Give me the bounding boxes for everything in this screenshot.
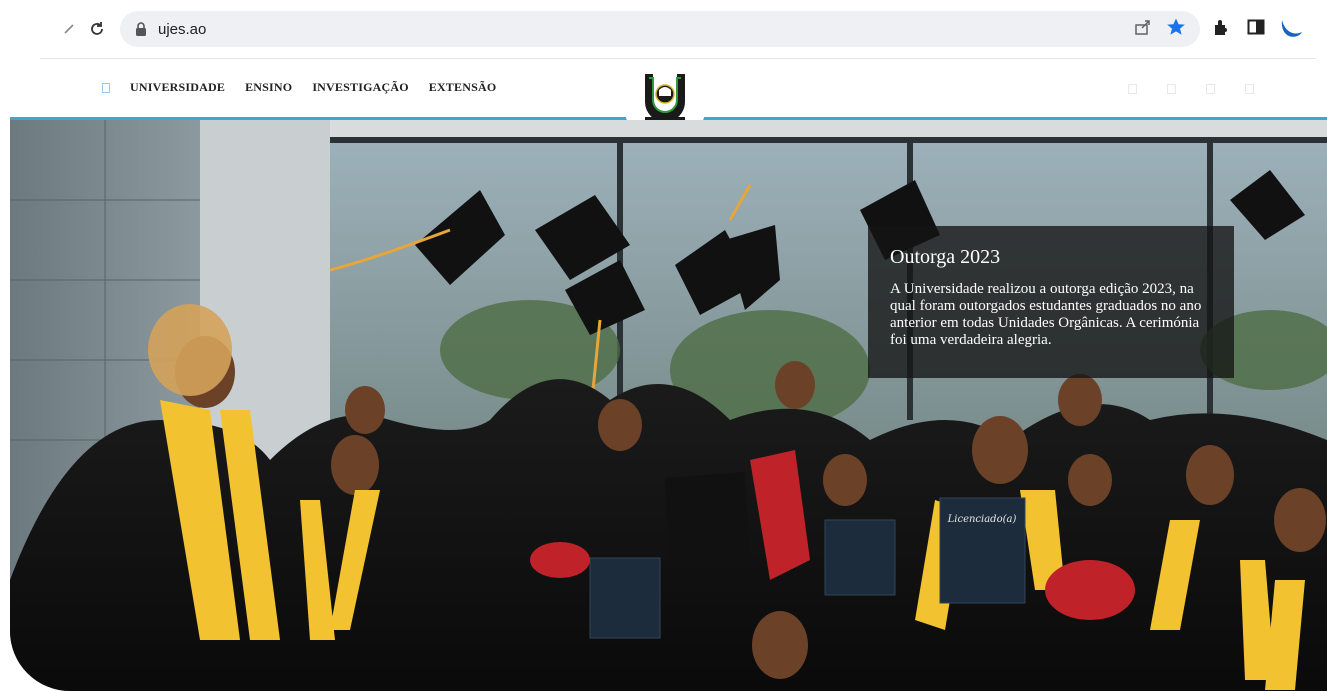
hero-banner: Licenciado(a) Outorga 2023 A Universidad… <box>10 120 1327 691</box>
caption-title: Outorga 2023 <box>890 246 1001 268</box>
svg-text:UJES: UJES <box>659 104 670 110</box>
nav-item-extensao[interactable]: EXTENSÃO <box>429 80 497 95</box>
social-icon-youtube[interactable] <box>1206 84 1215 94</box>
social-links <box>1128 84 1254 94</box>
social-icon-instagram[interactable] <box>1167 84 1176 94</box>
browser-toolbar: ujes.ao <box>0 0 1327 58</box>
ujes-logo-emblem: UJES <box>645 74 685 124</box>
address-bar[interactable]: ujes.ao <box>120 11 1200 47</box>
url-text[interactable]: ujes.ao <box>158 21 206 38</box>
home-icon[interactable] <box>102 82 110 93</box>
back-icon[interactable] <box>58 18 80 40</box>
nav-item-universidade[interactable]: UNIVERSIDADE <box>130 80 225 95</box>
side-panel-icon[interactable] <box>1246 17 1266 37</box>
graduation-photo: Licenciado(a) <box>10 120 1327 691</box>
reload-icon[interactable] <box>86 18 108 40</box>
extensions-icon[interactable] <box>1212 17 1232 37</box>
hero-caption: Outorga 2023 A Universidade realizou a o… <box>868 226 1234 378</box>
nav-item-ensino[interactable]: ENSINO <box>245 80 292 95</box>
main-navigation: UNIVERSIDADE ENSINO INVESTIGAÇÃO EXTENSÃ… <box>102 80 496 95</box>
diploma-label: Licenciado(a) <box>947 514 1017 525</box>
caption-text: A Universidade realizou a outorga edição… <box>890 281 1202 348</box>
nav-item-investigacao[interactable]: INVESTIGAÇÃO <box>312 80 408 95</box>
bookmark-star-icon[interactable] <box>1166 17 1186 37</box>
social-icon-facebook[interactable] <box>1128 84 1137 94</box>
profile-icon[interactable] <box>1280 16 1304 38</box>
lock-icon <box>136 22 146 36</box>
share-icon[interactable] <box>1134 18 1152 36</box>
social-icon-linkedin[interactable] <box>1245 84 1254 94</box>
